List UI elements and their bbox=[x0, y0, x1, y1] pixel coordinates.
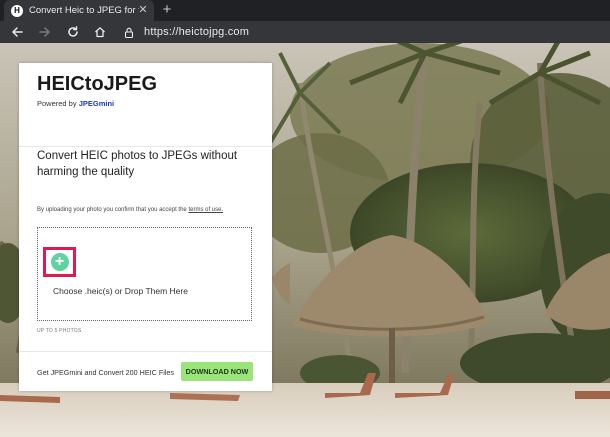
browser-toolbar: https://heictojpg.com bbox=[0, 21, 610, 43]
download-now-button[interactable]: DOWNLOAD NOW bbox=[181, 362, 253, 381]
lock-icon[interactable] bbox=[122, 25, 136, 39]
reload-icon bbox=[68, 26, 78, 37]
address-bar[interactable]: https://heictojpg.com bbox=[118, 22, 606, 42]
upload-dropzone[interactable]: + Choose .heic(s) or Drop Them Here bbox=[37, 227, 252, 321]
plus-icon[interactable]: + bbox=[50, 253, 69, 271]
back-button[interactable] bbox=[8, 23, 26, 41]
jpegmini-link[interactable]: JPEGmini bbox=[79, 99, 114, 108]
new-tab-button[interactable]: + bbox=[159, 2, 175, 18]
divider bbox=[19, 351, 272, 352]
url-text[interactable]: https://heictojpg.com bbox=[144, 26, 249, 38]
converter-card: HEICtoJPEG Powered by JPEGmini Convert H… bbox=[19, 63, 272, 391]
page-viewport: HEICtoJPEG Powered by JPEGmini Convert H… bbox=[0, 43, 610, 437]
consent-text: By uploading your photo you confirm that… bbox=[37, 207, 189, 213]
dropzone-label: Choose .heic(s) or Drop Them Here bbox=[53, 286, 188, 296]
brand-title: HEICtoJPEG bbox=[37, 73, 158, 95]
home-icon bbox=[95, 27, 105, 38]
terms-of-use-link[interactable]: terms of use. bbox=[188, 207, 223, 213]
browser-tab[interactable]: H Convert Heic to JPEG for free | M ✕ bbox=[4, 0, 154, 21]
promo-text: Get JPEGmini and Convert 200 HEIC Files bbox=[37, 368, 175, 377]
powered-by: Powered by JPEGmini bbox=[37, 99, 114, 108]
browser-window: H Convert Heic to JPEG for free | M ✕ + bbox=[0, 0, 610, 437]
divider bbox=[19, 146, 272, 147]
reload-button[interactable] bbox=[64, 23, 82, 41]
site-favicon-icon: H bbox=[11, 4, 23, 17]
forward-button[interactable] bbox=[36, 23, 54, 41]
close-tab-icon[interactable]: ✕ bbox=[136, 3, 150, 17]
add-files-highlight[interactable]: + bbox=[43, 247, 76, 277]
tab-strip: H Convert Heic to JPEG for free | M ✕ + bbox=[0, 0, 610, 21]
back-arrow-icon bbox=[12, 27, 23, 37]
headline: Convert HEIC photos to JPEGs without har… bbox=[37, 150, 238, 178]
photo-limit-note: UP TO 5 PHOTOS bbox=[37, 328, 82, 334]
tab-title: Convert Heic to JPEG for free | M bbox=[29, 5, 139, 16]
terms-consent: By uploading your photo you confirm that… bbox=[37, 207, 223, 213]
forward-arrow-icon bbox=[39, 27, 50, 37]
powered-by-label: Powered by bbox=[37, 99, 79, 108]
home-button[interactable] bbox=[91, 23, 109, 41]
